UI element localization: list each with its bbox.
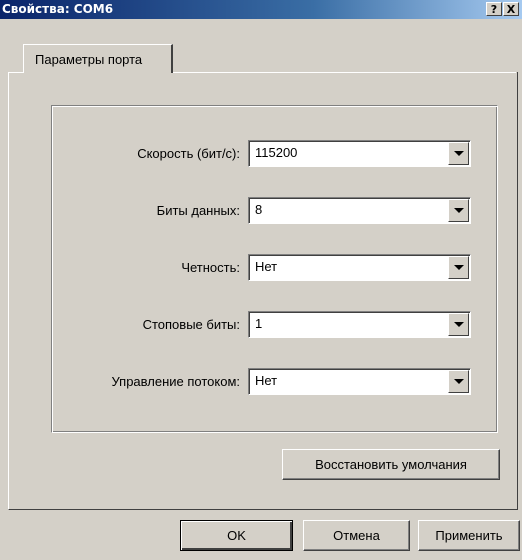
ok-button[interactable]: OK xyxy=(180,520,293,551)
data-bits-select[interactable]: 8 xyxy=(248,197,471,224)
flow-control-select[interactable]: Нет xyxy=(248,368,471,395)
com-port-properties-dialog: Свойства: COM6 ? X Параметры порта Скоро… xyxy=(0,0,522,560)
baud-rate-select[interactable]: 115200 xyxy=(248,140,471,167)
parity-dropdown-button[interactable] xyxy=(448,256,469,279)
tab-port-settings[interactable]: Параметры порта xyxy=(23,44,173,73)
data-bits-dropdown-button[interactable] xyxy=(448,199,469,222)
chevron-down-icon xyxy=(454,265,464,270)
cancel-button[interactable]: Отмена xyxy=(303,520,410,551)
restore-defaults-button[interactable]: Восстановить умолчания xyxy=(282,449,500,480)
flow-control-label: Управление потоком: xyxy=(111,374,240,389)
chevron-down-icon xyxy=(454,151,464,156)
stop-bits-label: Стоповые биты: xyxy=(142,317,240,332)
baud-rate-label: Скорость (бит/с): xyxy=(137,146,240,161)
stop-bits-dropdown-button[interactable] xyxy=(448,313,469,336)
data-bits-label: Биты данных: xyxy=(156,203,240,218)
chevron-down-icon xyxy=(454,208,464,213)
flow-control-value: Нет xyxy=(255,373,278,388)
parity-select[interactable]: Нет xyxy=(248,254,471,281)
apply-button[interactable]: Применить xyxy=(418,520,520,551)
title-bar: Свойства: COM6 ? X xyxy=(0,0,522,19)
parity-value: Нет xyxy=(255,259,278,274)
stop-bits-select[interactable]: 1 xyxy=(248,311,471,338)
chevron-down-icon xyxy=(454,322,464,327)
stop-bits-value: 1 xyxy=(255,316,263,331)
flow-control-dropdown-button[interactable] xyxy=(448,370,469,393)
chevron-down-icon xyxy=(454,379,464,384)
baud-rate-dropdown-button[interactable] xyxy=(448,142,469,165)
close-button[interactable]: X xyxy=(503,2,519,16)
window-title: Свойства: COM6 xyxy=(2,2,114,16)
help-button[interactable]: ? xyxy=(486,2,502,16)
baud-rate-value: 115200 xyxy=(255,145,298,160)
parity-label: Четность: xyxy=(181,260,240,275)
data-bits-value: 8 xyxy=(255,202,263,217)
